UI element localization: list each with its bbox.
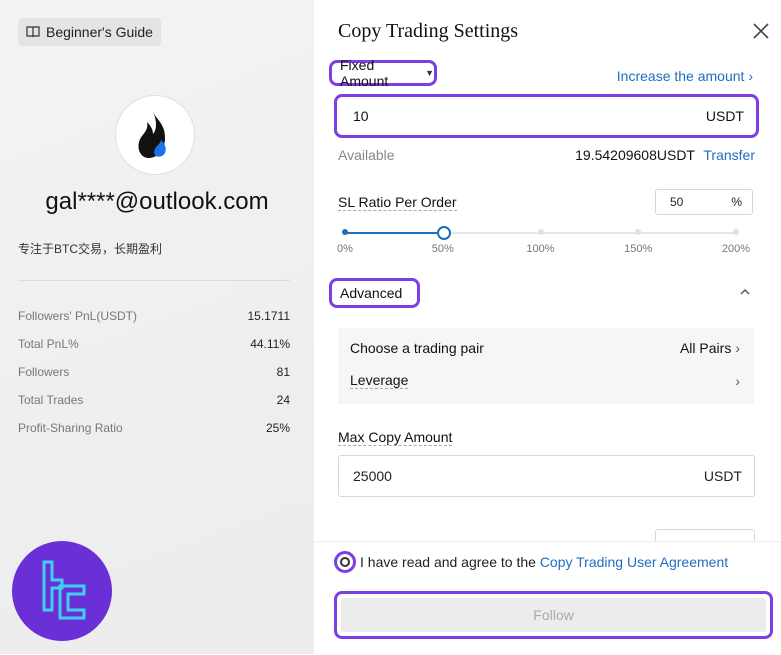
chevron-right-icon: ›: [735, 340, 740, 356]
trading-pair-value: All Pairs: [679, 340, 732, 356]
max-copy-input[interactable]: 25000 USDT: [338, 455, 755, 497]
chevron-right-icon: ›: [748, 68, 753, 84]
beginners-guide-label: Beginner's Guide: [46, 24, 153, 40]
agreement-prefix: I have read and agree to the: [360, 554, 540, 570]
stat-row: Profit-Sharing Ratio 25%: [18, 414, 290, 442]
book-icon: [26, 26, 40, 38]
beginners-guide-button[interactable]: Beginner's Guide: [18, 18, 161, 46]
sl-ratio-label: SL Ratio Per Order: [338, 194, 457, 211]
watermark-logo: [12, 541, 112, 641]
stat-label: Total PnL%: [18, 337, 79, 351]
slider-thumb[interactable]: [436, 226, 451, 240]
amount-mode-dropdown[interactable]: Fixed Amount ▼: [329, 57, 437, 89]
stat-value: 81: [276, 365, 290, 379]
trader-profile-panel: Beginner's Guide gal****@outlook.com 专注于…: [0, 0, 314, 654]
trader-bio: 专注于BTC交易，长期盈利: [18, 242, 163, 256]
max-copy-unit: USDT: [703, 468, 742, 484]
trading-pair-label: Choose a trading pair: [350, 340, 484, 356]
trader-stats: Followers' PnL(USDT) 15.1711 Total PnL% …: [18, 302, 290, 442]
stat-label: Profit-Sharing Ratio: [18, 421, 123, 435]
slider-tick-label: 100%: [526, 243, 555, 255]
stat-value: 25%: [265, 421, 290, 435]
tc-logo-icon: [42, 560, 86, 620]
stat-value: 44.11%: [250, 337, 290, 351]
slider-tick-dot: [537, 229, 544, 235]
stat-value: 24: [276, 393, 290, 407]
max-copy-value: 25000: [353, 468, 392, 484]
max-copy-label: Max Copy Amount: [338, 429, 453, 446]
close-icon[interactable]: [752, 22, 770, 40]
stat-label: Followers' PnL(USDT): [18, 309, 137, 323]
follow-button[interactable]: Follow: [341, 598, 766, 632]
stat-label: Total Trades: [18, 393, 84, 407]
copy-trading-dialog: Copy Trading Settings Fixed Amount ▼ Inc…: [314, 0, 781, 655]
sl-ratio-unit: %: [731, 195, 742, 209]
trading-pair-row[interactable]: Choose a trading pair All Pairs ›: [350, 340, 740, 356]
stat-row: Total PnL% 44.11%: [18, 330, 290, 358]
slider-tick-dot: [733, 229, 739, 235]
stat-row: Followers' PnL(USDT) 15.1711: [18, 302, 290, 330]
slider-tick-label: 200%: [721, 243, 751, 255]
transfer-link[interactable]: Transfer: [703, 147, 755, 163]
sl-ratio-value: 50: [670, 195, 684, 209]
slider-tick-label: 50%: [431, 243, 454, 255]
increase-amount-label: Increase the amount: [616, 68, 745, 84]
caret-down-icon: ▼: [425, 68, 434, 78]
advanced-toggle[interactable]: Advanced: [329, 278, 420, 308]
leverage-label: Leverage: [350, 372, 409, 389]
advanced-options: Choose a trading pair All Pairs › Leverag…: [338, 328, 754, 404]
sl-ratio-input[interactable]: 50 %: [655, 189, 753, 215]
agreement-link[interactable]: Copy Trading User Agreement: [540, 554, 728, 570]
amount-unit: USDT: [705, 108, 744, 124]
increase-amount-link[interactable]: Increase the amount ›: [617, 68, 753, 84]
agreement-checkbox[interactable]: [334, 551, 356, 573]
avatar: [115, 95, 195, 175]
stat-row: Followers 81: [18, 358, 290, 386]
stat-value: 15.1711: [247, 309, 291, 323]
amount-input[interactable]: 10 USDT: [334, 94, 759, 138]
slider-tick-dot: [635, 229, 642, 235]
slider-fill: [345, 232, 443, 234]
slider-tick-label: 0%: [337, 243, 353, 255]
slider-tick-dot: [342, 229, 348, 235]
slider-tick-label: 150%: [624, 243, 653, 255]
amount-mode-label: Fixed Amount: [340, 57, 389, 89]
dialog-title: Copy Trading Settings: [338, 20, 519, 42]
agreement-text: I have read and agree to the Copy Tradin…: [360, 554, 728, 570]
amount-value: 10: [353, 108, 369, 124]
advanced-label: Advanced: [340, 285, 403, 301]
divider: [18, 280, 290, 281]
chevron-up-icon[interactable]: [739, 286, 751, 298]
flame-logo-icon: [138, 112, 166, 158]
trader-email: gal****@outlook.com: [45, 188, 269, 215]
chevron-right-icon: ›: [735, 372, 740, 389]
leverage-row[interactable]: Leverage ›: [350, 372, 740, 389]
stat-label: Followers: [18, 365, 70, 379]
follow-button-frame: Follow: [334, 591, 773, 639]
stat-row: Total Trades 24: [18, 386, 290, 414]
available-value: 19.54209608USDT: [575, 147, 695, 163]
available-label: Available: [338, 147, 395, 163]
